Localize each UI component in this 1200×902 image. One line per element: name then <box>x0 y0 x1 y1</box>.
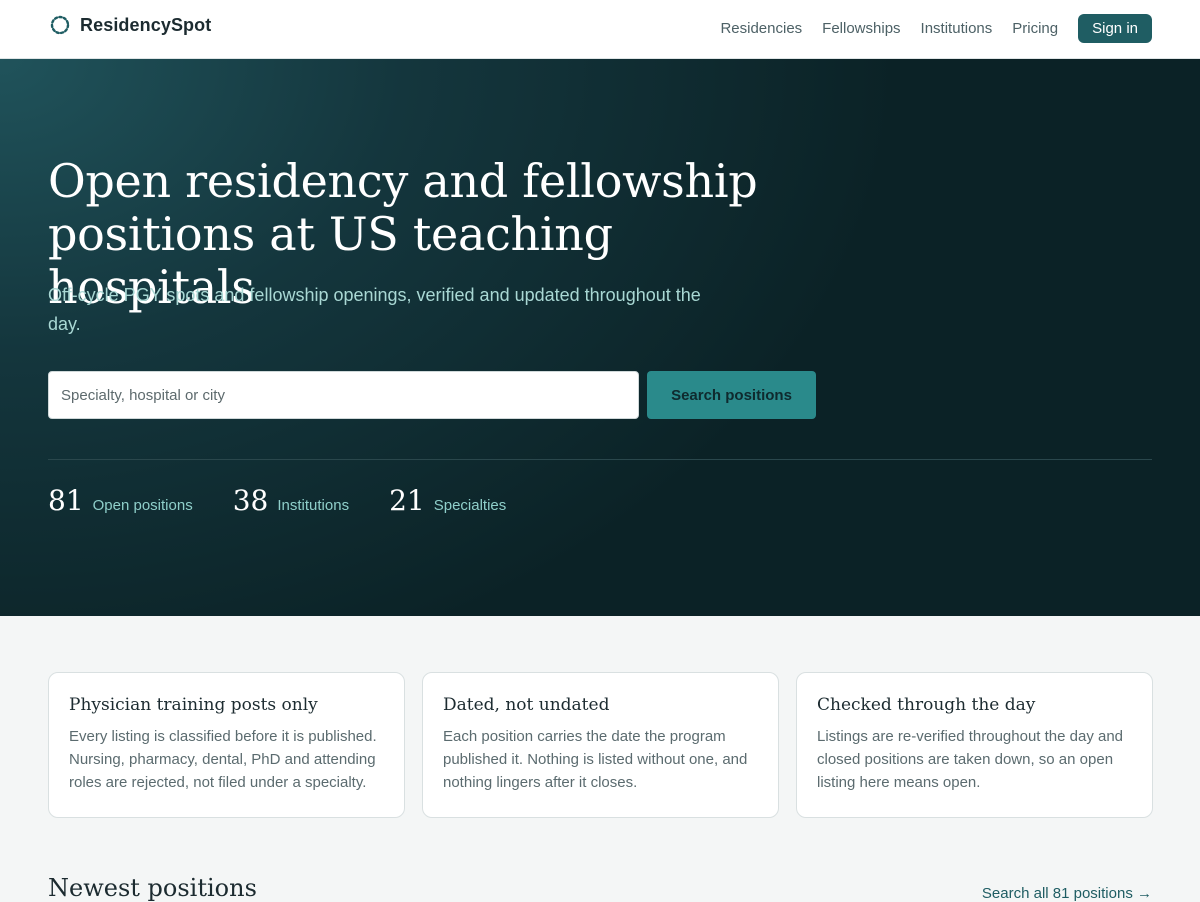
search-all-positions-link[interactable]: Search all 81 positions → <box>982 885 1152 902</box>
hero-subtitle: Off-cycle PGY spots and fellowship openi… <box>48 285 701 334</box>
nav-link-fellowships[interactable]: Fellowships <box>822 14 900 43</box>
sign-in-button[interactable]: Sign in <box>1078 14 1152 43</box>
feature-card: Dated, not undated Each position carries… <box>422 672 779 818</box>
stat-value: 81 <box>48 484 84 517</box>
nav-link-residencies[interactable]: Residencies <box>720 14 802 43</box>
feature-card-body: Every listing is classified before it is… <box>69 728 377 791</box>
stat-label: Open positions <box>92 497 193 514</box>
feature-card: Physician training posts only Every list… <box>48 672 405 818</box>
stat-label: Specialties <box>433 497 507 514</box>
brand-name: ResidencySpot <box>80 14 212 35</box>
site-header: ResidencySpot Residencies Fellowships In… <box>0 0 1200 59</box>
stat-open-positions: 81 Open positions <box>48 484 193 517</box>
newest-positions-heading: Newest positions <box>48 874 257 902</box>
nav-link-institutions[interactable]: Institutions <box>921 14 993 43</box>
search-input[interactable] <box>48 371 639 419</box>
feature-card: Checked through the day Listings are re-… <box>796 672 1153 818</box>
feature-card-body: Each position carries the date the progr… <box>443 728 748 791</box>
feature-card-title: Dated, not undated <box>443 695 610 715</box>
dotted-ring-icon <box>50 15 70 35</box>
stat-label: Institutions <box>277 497 350 514</box>
search-positions-button[interactable]: Search positions <box>647 371 816 419</box>
feature-card-title: Physician training posts only <box>69 695 318 715</box>
stats-row: 81 Open positions 38 Institutions 21 Spe… <box>48 484 546 517</box>
main-nav: Residencies Fellowships Institutions Pri… <box>720 14 1152 43</box>
feature-card-title: Checked through the day <box>817 695 1036 715</box>
brand-logo-link[interactable]: ResidencySpot <box>49 14 211 36</box>
hero-divider <box>48 459 1152 460</box>
stat-value: 21 <box>389 484 425 517</box>
stat-institutions: 38 Institutions <box>233 484 349 517</box>
nav-link-pricing[interactable]: Pricing <box>1012 14 1058 43</box>
feature-cards: Physician training posts only Every list… <box>48 672 1153 818</box>
feature-card-body: Listings are re-verified throughout the … <box>817 728 1124 791</box>
stat-value: 38 <box>232 484 269 517</box>
hero-section: Open residency and fellowship positions … <box>0 59 1200 616</box>
stat-specialties: 21 Specialties <box>389 484 506 517</box>
